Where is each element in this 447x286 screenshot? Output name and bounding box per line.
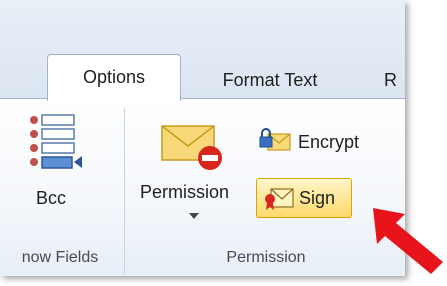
bcc-fields-icon	[30, 114, 82, 169]
encrypt-label: Encrypt	[298, 132, 360, 152]
dropdown-arrow-icon	[189, 213, 199, 219]
group-separator	[124, 108, 125, 274]
permission-envelope-icon	[161, 125, 222, 170]
permission-group-label: Permission	[226, 249, 306, 266]
tab-format-text[interactable]: Format Text	[200, 60, 340, 100]
tab-review[interactable]: R	[384, 60, 405, 100]
permission-button[interactable]: Permission	[136, 118, 252, 228]
sign-button[interactable]: Sign	[256, 178, 352, 218]
bcc-button[interactable]: Bcc	[20, 112, 90, 212]
permission-label: Permission	[140, 182, 230, 202]
encrypt-lock-icon	[259, 128, 291, 151]
sign-certificate-icon	[265, 188, 294, 210]
show-fields-group-label: now Fields	[21, 249, 99, 266]
sign-label: Sign	[299, 188, 336, 208]
tab-options[interactable]: Options	[47, 54, 181, 101]
pointer-arrow	[373, 208, 443, 274]
encrypt-button[interactable]: Encrypt	[256, 120, 386, 164]
bcc-label: Bcc	[36, 188, 67, 208]
ribbon-window: Options Format Text R Bcc now Fields Per…	[0, 0, 405, 276]
